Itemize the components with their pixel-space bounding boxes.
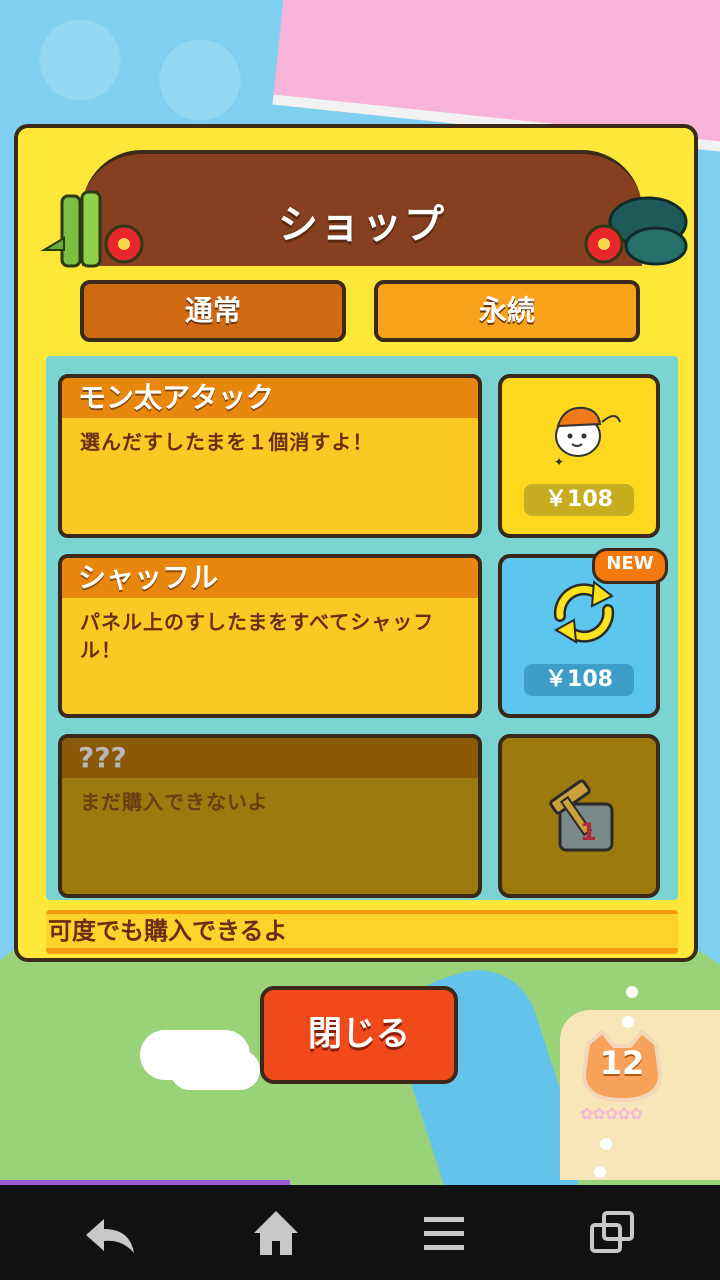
item-name: モン太アタック [62,378,478,418]
item-name: シャッフル [62,558,478,598]
buy-button-monta-attack[interactable]: ✦ ￥108 [498,374,660,538]
item-price: ￥108 [524,484,634,516]
close-button[interactable]: 閉じる [260,986,458,1084]
recent-apps-icon[interactable] [582,1205,642,1261]
pine-decoration-icon [584,196,688,266]
tab-normal[interactable]: 通常 [80,280,346,342]
list-item: ??? まだ購入できないよ [58,734,482,898]
system-navigation-bar [0,1185,720,1280]
item-description: まだ購入できないよ [80,790,269,814]
shuffle-arrows-icon [553,580,615,644]
bamboo-decoration-icon [40,190,144,268]
item-description: パネル上のすしたまをすべてシャッフル！ [80,610,435,662]
footer-message: 可度でも購入できるよ [46,914,678,948]
item-name: ??? [62,738,478,778]
item-description: 選んだすしたまを１個消すよ！ [80,430,374,454]
home-icon[interactable] [246,1205,306,1261]
list-item: シャッフル パネル上のすしたまをすべてシャッフル！ [58,554,482,718]
item-price: ￥108 [524,664,634,696]
back-icon[interactable] [80,1205,140,1261]
star-rating-icon: ✿✿✿✿✿ [580,1104,643,1123]
footer-message-bar: 可度でも購入できるよ [46,910,678,954]
monta-character-icon: ✦ [554,406,621,469]
title-banner: ショップ [82,150,642,266]
dialog-title: ショップ [278,202,446,248]
svg-text:✦: ✦ [554,455,564,469]
level-number: 12 [599,1044,645,1082]
buy-button-shuffle[interactable]: ￥108 NEW [498,548,668,718]
menu-icon[interactable] [414,1205,474,1261]
shop-item-list[interactable]: モン太アタック 選んだすしたまを１個消すよ！ ✦ ￥108 シャッフル パネル上… [46,356,678,900]
list-item: モン太アタック 選んだすしたまを１個消すよ！ [58,374,482,538]
locked-hammer-icon: 1 [549,779,614,852]
level-badge[interactable]: 12 [580,1030,664,1102]
shop-dialog: ショップ 通常 永続 モン太アタック 選んだすしたまを１個消すよ！ ✦ ￥108… [14,124,698,962]
svg-text:1: 1 [580,818,597,846]
buy-button-locked[interactable]: 1 [498,734,660,898]
tab-permanent[interactable]: 永続 [374,280,640,342]
new-badge: NEW [592,548,668,584]
